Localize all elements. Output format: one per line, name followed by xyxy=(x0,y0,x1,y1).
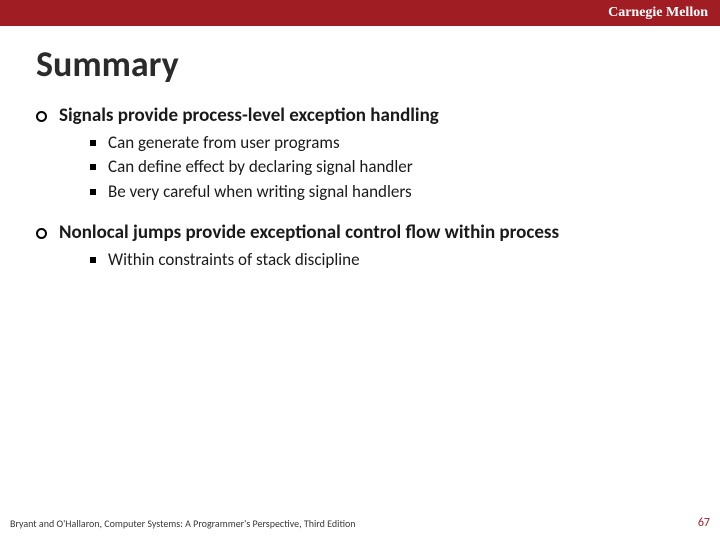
sub-bullet-text: Can generate from user programs xyxy=(108,132,340,154)
bullet-text: Signals provide process-level exception … xyxy=(59,104,439,128)
sub-bullet-text: Within constraints of stack discipline xyxy=(108,249,360,271)
circle-bullet-icon xyxy=(36,111,47,122)
square-bullet-icon xyxy=(90,257,96,263)
sub-bullet-item: Can define effect by declaring signal ha… xyxy=(90,156,684,178)
page-number: 67 xyxy=(698,516,710,530)
sub-bullet-item: Within constraints of stack discipline xyxy=(90,249,684,271)
bullet-item: Nonlocal jumps provide exceptional contr… xyxy=(36,221,684,245)
square-bullet-icon xyxy=(90,189,96,195)
sub-list: Can generate from user programs Can defi… xyxy=(90,132,684,202)
square-bullet-icon xyxy=(90,140,96,146)
header-bar: Carnegie Mellon xyxy=(0,0,720,26)
circle-bullet-icon xyxy=(36,228,47,239)
sub-bullet-text: Be very careful when writing signal hand… xyxy=(108,181,412,203)
sub-bullet-item: Can generate from user programs xyxy=(90,132,684,154)
slide-title: Summary xyxy=(36,42,720,86)
sub-bullet-item: Be very careful when writing signal hand… xyxy=(90,181,684,203)
footer: Bryant and O'Hallaron, Computer Systems:… xyxy=(10,516,710,530)
footer-citation: Bryant and O'Hallaron, Computer Systems:… xyxy=(10,517,356,530)
header-org: Carnegie Mellon xyxy=(608,5,708,21)
square-bullet-icon xyxy=(90,164,96,170)
sub-list: Within constraints of stack discipline xyxy=(90,249,684,271)
bullet-item: Signals provide process-level exception … xyxy=(36,104,684,128)
slide-content: Signals provide process-level exception … xyxy=(0,104,720,271)
bullet-text: Nonlocal jumps provide exceptional contr… xyxy=(59,221,559,245)
sub-bullet-text: Can define effect by declaring signal ha… xyxy=(108,156,413,178)
